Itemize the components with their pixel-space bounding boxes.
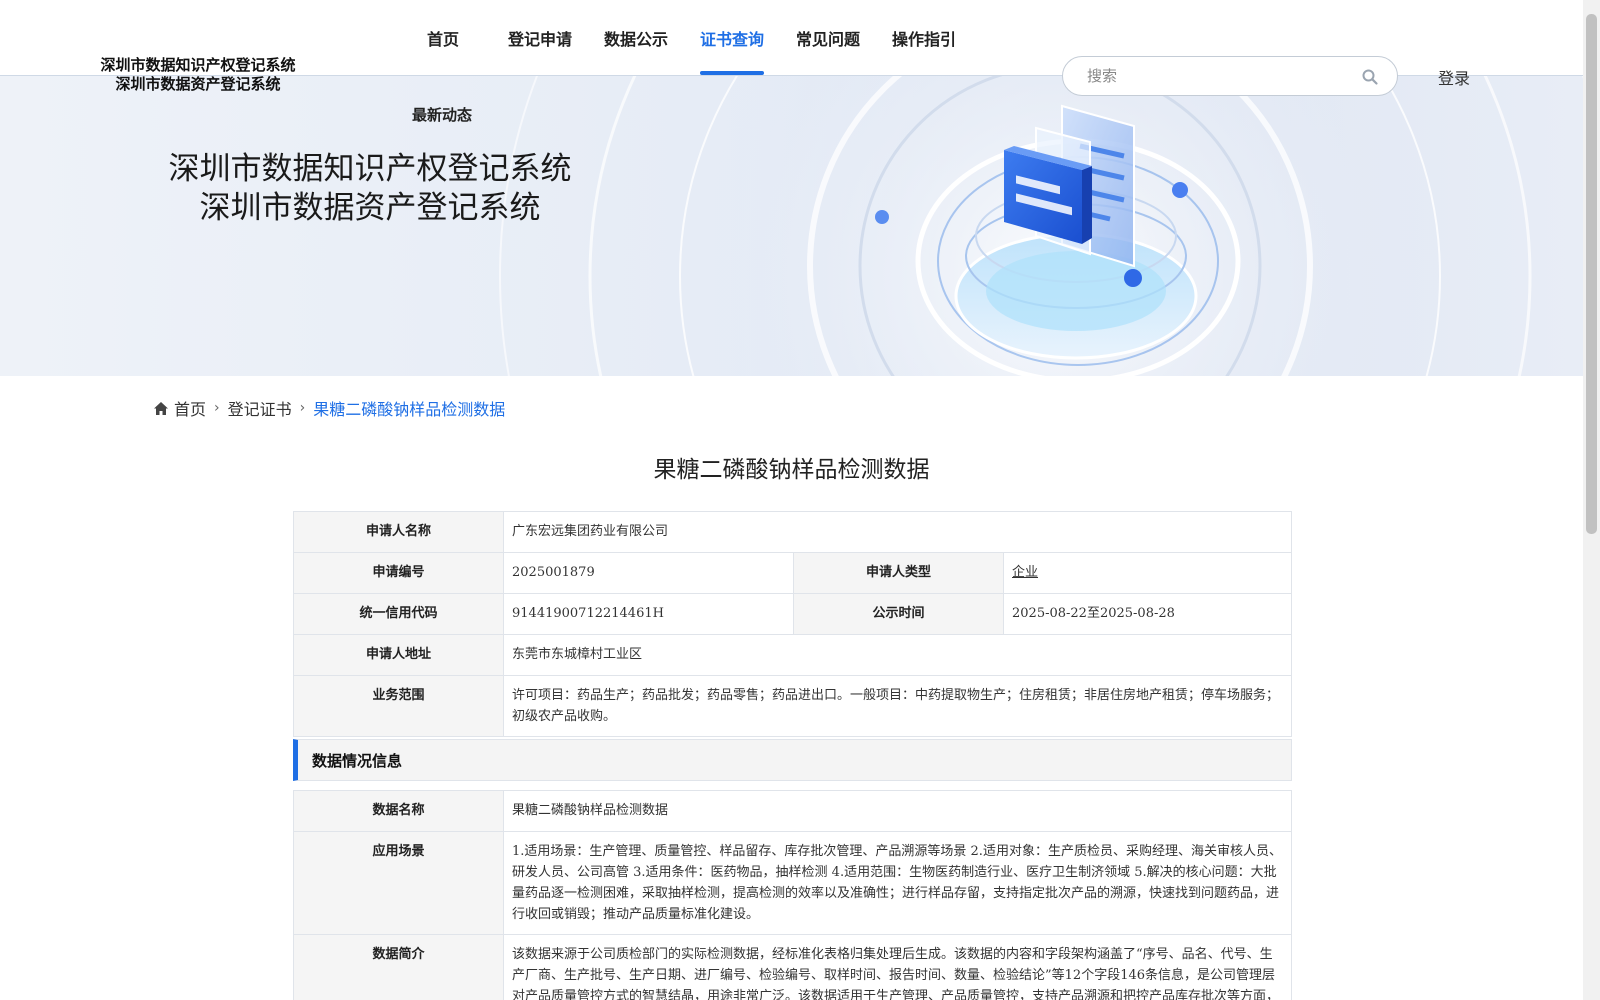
- chevron-right-icon: ›: [299, 400, 306, 416]
- table-row: 数据简介 该数据来源于公司质检部门的实际检测数据，经标准化表格归集处理后生成。该…: [293, 934, 1292, 1000]
- search-icon[interactable]: [1361, 68, 1379, 86]
- applicant-type-value: 企业: [1012, 565, 1039, 580]
- nav-data-publicity[interactable]: 数据公示: [604, 26, 668, 50]
- banner-title: 深圳市数据知识产权登记系统 深圳市数据资产登记系统: [150, 150, 590, 228]
- data-intro-label: 数据简介: [293, 934, 504, 1000]
- credit-code-value: 91441900712214461H: [503, 593, 794, 635]
- applicant-name-label: 申请人名称: [293, 511, 504, 553]
- application-number-value: 2025001879: [503, 552, 794, 594]
- applicant-info-table: 申请人名称 广东宏远集团药业有限公司 申请编号 2025001879 申请人类型…: [293, 511, 1292, 737]
- table-row: 应用场景 1.适用场景：生产管理、质量管控、样品留存、库存批次管理、产品溯源等场…: [293, 831, 1292, 935]
- table-row: 统一信用代码 91441900712214461H 公示时间 2025-08-2…: [293, 593, 1292, 635]
- active-nav-indicator: [700, 71, 764, 75]
- nav-certificate-query[interactable]: 证书查询: [700, 26, 764, 50]
- nav-home[interactable]: 首页: [427, 26, 459, 50]
- hero-banner: 深圳市数据知识产权登记系统 深圳市数据资产登记系统: [0, 76, 1583, 376]
- data-intro-value: 该数据来源于公司质检部门的实际检测数据，经标准化表格归集处理后生成。该数据的内容…: [503, 934, 1292, 1000]
- business-scope-value: 许可项目：药品生产；药品批发；药品零售；药品进出口。一般项目：中药提取物生产；住…: [503, 675, 1292, 737]
- table-row: 数据名称 果糖二磷酸钠样品检测数据: [293, 790, 1292, 832]
- page-title: 果糖二磷酸钠样品检测数据: [653, 457, 930, 483]
- application-number-label: 申请编号: [293, 552, 504, 594]
- data-info-table: 数据名称 果糖二磷酸钠样品检测数据 应用场景 1.适用场景：生产管理、质量管控、…: [293, 790, 1292, 1000]
- business-scope-label: 业务范围: [293, 675, 504, 737]
- applicant-type-cell: 企业: [1003, 552, 1292, 594]
- banner-title-line-1: 深圳市数据知识产权登记系统: [168, 151, 572, 187]
- logo-line-2: 深圳市数据资产登记系统: [115, 75, 281, 93]
- breadcrumb: 首页 › 登记证书 › 果糖二磷酸钠样品检测数据: [154, 396, 505, 420]
- applicant-name-value: 广东宏远集团药业有限公司: [503, 511, 1292, 553]
- nav-guide[interactable]: 操作指引: [892, 26, 956, 50]
- application-scenario-label: 应用场景: [293, 831, 504, 935]
- page-scrollbar[interactable]: [1583, 0, 1600, 1000]
- table-row: 业务范围 许可项目：药品生产；药品批发；药品零售；药品进出口。一般项目：中药提取…: [293, 675, 1292, 737]
- login-link[interactable]: 登录: [1438, 65, 1470, 89]
- site-logo[interactable]: 深圳市数据知识产权登记系统 深圳市数据资产登记系统: [80, 56, 316, 94]
- nav-registration[interactable]: 登记申请: [508, 26, 572, 50]
- search-input[interactable]: [1087, 65, 1347, 87]
- applicant-address-label: 申请人地址: [293, 634, 504, 676]
- data-name-value: 果糖二磷酸钠样品检测数据: [503, 790, 1292, 832]
- publicity-time-label: 公示时间: [793, 593, 1004, 635]
- credit-code-label: 统一信用代码: [293, 593, 504, 635]
- applicant-type-label: 申请人类型: [793, 552, 1004, 594]
- data-section-heading: 数据情况信息: [293, 739, 1292, 781]
- table-row: 申请编号 2025001879 申请人类型 企业: [293, 552, 1292, 594]
- banner-title-line-2: 深圳市数据资产登记系统: [199, 190, 541, 226]
- nav-faq[interactable]: 常见问题: [796, 26, 860, 50]
- data-name-label: 数据名称: [293, 790, 504, 832]
- scrollbar-thumb[interactable]: [1586, 14, 1597, 534]
- table-row: 申请人名称 广东宏远集团药业有限公司: [293, 511, 1292, 553]
- home-icon[interactable]: [154, 401, 168, 415]
- breadcrumb-certificates[interactable]: 登记证书: [228, 396, 292, 420]
- nav-latest-news[interactable]: 最新动态: [412, 104, 472, 125]
- applicant-address-value: 东莞市东城樟村工业区: [503, 634, 1292, 676]
- breadcrumb-current: 果糖二磷酸钠样品检测数据: [313, 400, 506, 419]
- chevron-right-icon: ›: [214, 400, 220, 416]
- search-box: [1062, 56, 1398, 96]
- logo-line-1: 深圳市数据知识产权登记系统: [100, 56, 296, 74]
- application-scenario-value: 1.适用场景：生产管理、质量管控、样品留存、库存批次管理、产品溯源等场景 2.适…: [503, 831, 1292, 935]
- table-row: 申请人地址 东莞市东城樟村工业区: [293, 634, 1292, 676]
- publicity-time-value: 2025-08-22至2025-08-28: [1003, 593, 1292, 635]
- breadcrumb-home[interactable]: 首页: [174, 396, 206, 420]
